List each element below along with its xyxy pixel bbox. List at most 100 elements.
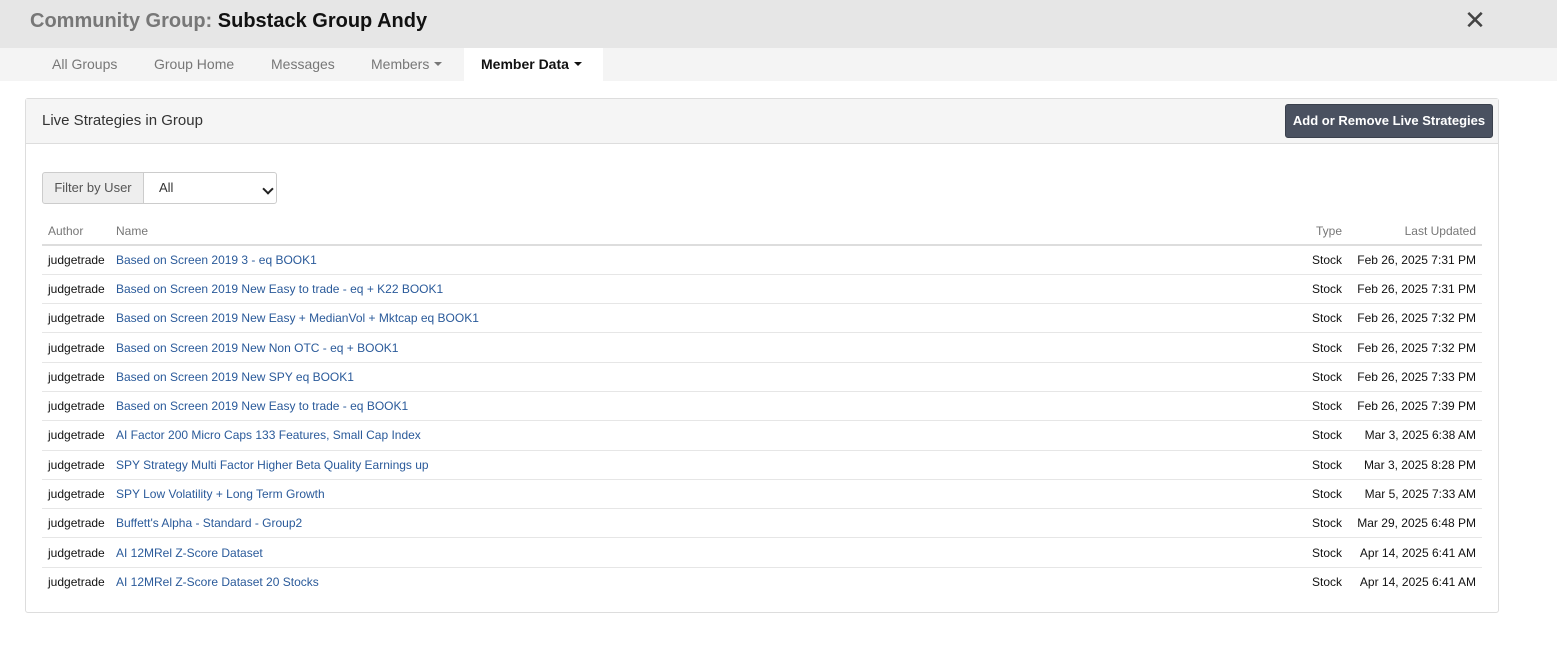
filter-selected-value: All (159, 180, 174, 195)
last-updated-cell: Feb 26, 2025 7:32 PM (1348, 303, 1482, 334)
strategy-link[interactable]: AI 12MRel Z-Score Dataset (116, 546, 263, 560)
type-cell: Stock (1300, 332, 1348, 363)
author-cell: judgetrade (42, 537, 110, 568)
tab-messages[interactable]: Messages (254, 48, 352, 81)
group-name: Substack Group Andy (217, 10, 428, 32)
name-cell: Based on Screen 2019 New Non OTC - eq + … (110, 332, 1300, 363)
type-cell: Stock (1300, 450, 1348, 480)
table-row: judgetrade AI 12MRel Z-Score Dataset 20 S… (42, 567, 1482, 596)
strategy-link[interactable]: Based on Screen 2019 New Easy + MedianVo… (116, 311, 479, 325)
name-cell: Buffett's Alpha - Standard - Group2 (110, 508, 1300, 539)
add-remove-strategies-button[interactable]: Add or Remove Live Strategies (1285, 104, 1493, 138)
table-row: judgetrade Based on Screen 2019 New Non O… (42, 332, 1482, 363)
table-row: judgetrade SPY Strategy Multi Factor High… (42, 450, 1482, 480)
table-header-row: Author Name Type Last Updated (42, 217, 1482, 246)
last-updated-cell: Feb 26, 2025 7:31 PM (1348, 274, 1482, 305)
author-cell: judgetrade (42, 420, 110, 451)
strategy-link[interactable]: Based on Screen 2019 New Easy to trade -… (116, 399, 408, 413)
filter-label: Filter by User (42, 172, 144, 204)
author-cell: judgetrade (42, 391, 110, 422)
table-row: judgetrade Based on Screen 2019 New SPY e… (42, 362, 1482, 392)
author-cell: judgetrade (42, 362, 110, 392)
panel-header: Live Strategies in Group Add or Remove L… (26, 99, 1498, 144)
page-title: Community Group: Substack Group Andy (30, 9, 427, 33)
tab-label: Group Home (154, 56, 235, 72)
type-cell: Stock (1300, 508, 1348, 539)
last-updated-cell: Feb 26, 2025 7:33 PM (1348, 362, 1482, 392)
table-row: judgetrade Based on Screen 2019 New Easy … (42, 274, 1482, 305)
strategy-link[interactable]: SPY Strategy Multi Factor Higher Beta Qu… (116, 458, 429, 472)
col-author: Author (42, 217, 110, 246)
table-row: judgetrade AI Factor 200 Micro Caps 133 F… (42, 420, 1482, 451)
type-cell: Stock (1300, 391, 1348, 422)
tab-group-home[interactable]: Group Home (137, 48, 251, 81)
last-updated-cell: Mar 3, 2025 8:28 PM (1348, 450, 1482, 480)
col-type: Type (1300, 217, 1348, 246)
caret-down-icon (434, 62, 443, 67)
type-cell: Stock (1300, 479, 1348, 510)
author-cell: judgetrade (42, 274, 110, 305)
strategy-link[interactable]: Based on Screen 2019 New Non OTC - eq + … (116, 341, 398, 355)
name-cell: AI 12MRel Z-Score Dataset 20 Stocks (110, 567, 1300, 596)
last-updated-cell: Apr 14, 2025 6:41 AM (1359, 575, 1476, 590)
tab-bar: All Groups Group Home Messages Members M… (0, 48, 1557, 81)
last-updated-cell: Apr 14, 2025 6:41 AM (1348, 537, 1482, 568)
table-row: judgetrade Based on Screen 2019 New Easy … (42, 391, 1482, 422)
tab-all-groups[interactable]: All Groups (35, 48, 134, 81)
strategy-link[interactable]: AI Factor 200 Micro Caps 133 Features, S… (116, 428, 421, 442)
tab-member-data[interactable]: Member Data (464, 48, 603, 81)
tab-members[interactable]: Members (354, 48, 459, 81)
last-updated-cell: Mar 29, 2025 6:48 PM (1348, 508, 1482, 539)
name-cell: AI Factor 200 Micro Caps 133 Features, S… (110, 420, 1300, 451)
name-cell: Based on Screen 2019 New Easy + MedianVo… (110, 303, 1300, 334)
name-cell: Based on Screen 2019 3 - eq BOOK1 (110, 245, 1300, 275)
author-cell: judgetrade (42, 479, 110, 510)
caret-down-icon (573, 62, 582, 67)
table-row: judgetrade AI 12MRel Z-Score Dataset Stock… (42, 537, 1482, 568)
table-row: judgetrade Based on Screen 2019 3 - eq BO… (42, 245, 1482, 275)
tab-label: Messages (271, 56, 335, 72)
strategy-link[interactable]: AI 12MRel Z-Score Dataset 20 Stocks (116, 575, 319, 589)
name-cell: Based on Screen 2019 New Easy to trade -… (110, 274, 1300, 305)
strategy-link[interactable]: Buffett's Alpha - Standard - Group2 (116, 516, 302, 530)
type-cell: Stock (1300, 362, 1348, 392)
name-cell: SPY Low Volatility + Long Term Growth (110, 479, 1300, 510)
type-cell: Stock (1300, 303, 1348, 334)
type-cell: Stock (1311, 575, 1342, 590)
name-cell: AI 12MRel Z-Score Dataset (110, 537, 1300, 568)
type-cell: Stock (1300, 274, 1348, 305)
strategy-link[interactable]: Based on Screen 2019 3 - eq BOOK1 (116, 253, 317, 267)
author-cell: judgetrade (42, 245, 110, 275)
strategy-link[interactable]: SPY Low Volatility + Long Term Growth (116, 487, 325, 501)
chevron-down-icon (262, 183, 274, 195)
close-icon[interactable]: ✕ (1462, 6, 1488, 34)
last-updated-cell: Mar 5, 2025 7:33 AM (1348, 479, 1482, 510)
author-cell: judgetrade (42, 303, 110, 334)
strategies-table: Author Name Type Last Updated judgetrade… (42, 217, 1482, 597)
table-row: judgetrade Based on Screen 2019 New Easy … (42, 303, 1482, 334)
tab-label: All Groups (52, 56, 118, 72)
live-strategies-panel: Live Strategies in Group Add or Remove L… (25, 98, 1499, 613)
col-last-updated: Last Updated (1348, 217, 1482, 246)
name-cell: Based on Screen 2019 New Easy to trade -… (110, 391, 1300, 422)
name-cell: SPY Strategy Multi Factor Higher Beta Qu… (110, 450, 1300, 480)
last-updated-cell: Feb 26, 2025 7:39 PM (1348, 391, 1482, 422)
tab-label: Member Data (481, 56, 569, 72)
type-cell: Stock (1300, 420, 1348, 451)
user-filter-select[interactable]: All (143, 172, 277, 204)
strategy-link[interactable]: Based on Screen 2019 New Easy to trade -… (116, 282, 443, 296)
author-cell: judgetrade (42, 332, 110, 363)
author-cell: judgetrade (42, 508, 110, 539)
author-cell: judgetrade (42, 450, 110, 480)
tab-label: Members (371, 56, 430, 72)
table-row: judgetrade Buffett's Alpha - Standard - G… (42, 508, 1482, 539)
type-cell: Stock (1300, 537, 1348, 568)
strategy-link[interactable]: Based on Screen 2019 New SPY eq BOOK1 (116, 370, 354, 384)
table-row: judgetrade SPY Low Volatility + Long Term… (42, 479, 1482, 510)
col-name: Name (110, 217, 1300, 246)
last-updated-cell: Feb 26, 2025 7:32 PM (1348, 332, 1482, 363)
type-cell: Stock (1300, 245, 1348, 275)
last-updated-cell: Feb 26, 2025 7:31 PM (1348, 245, 1482, 275)
title-bar: Community Group: Substack Group Andy ✕ (0, 0, 1557, 48)
last-updated-cell: Mar 3, 2025 6:38 AM (1348, 420, 1482, 451)
